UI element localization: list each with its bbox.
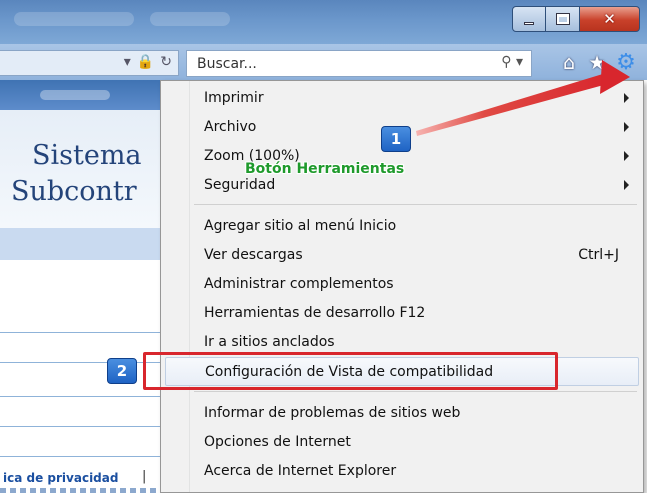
- annotation-arrow: [416, 60, 630, 136]
- browser-window: ✕ ▾ 🔒 ↻ Buscar... ⚲ ▾ ⌂ ★ ⚙ Sistema Subc…: [0, 0, 647, 493]
- highlight-box: [143, 352, 558, 390]
- step-badge-2: 2: [107, 358, 137, 384]
- arrow-head: [600, 60, 630, 94]
- callout-label: Botón Herramientas: [245, 161, 405, 177]
- step-badge-1: 1: [381, 126, 411, 152]
- arrow-shaft: [416, 73, 611, 136]
